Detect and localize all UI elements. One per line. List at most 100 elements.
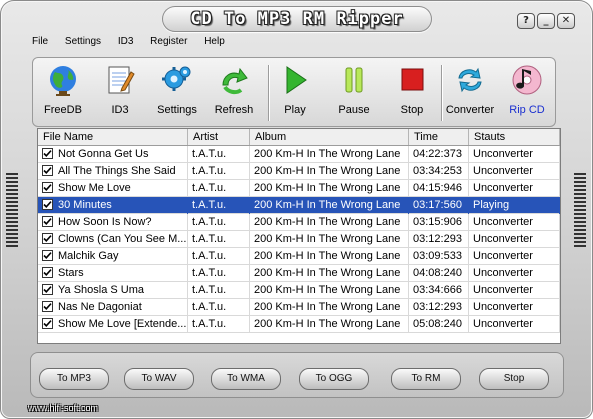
settings-button[interactable]: Settings xyxy=(154,63,200,116)
time-cell-text: 03:12:293 xyxy=(413,233,462,245)
file-name-cell-text: Malchik Gay xyxy=(58,250,119,262)
status-cell-text: Unconverter xyxy=(473,284,533,296)
freedb-label: FreeDB xyxy=(44,104,82,116)
menu-id3[interactable]: ID3 xyxy=(118,36,134,47)
column-header-status[interactable]: Stauts xyxy=(469,129,560,145)
file-name-cell: Stars xyxy=(38,265,188,282)
toolbar-separator xyxy=(268,65,269,121)
status-cell: Unconverter xyxy=(469,265,560,282)
table-row[interactable]: Clowns (Can You See M... t.A.T.u. 200 Km-H… xyxy=(38,231,560,248)
menu-help[interactable]: Help xyxy=(204,36,225,47)
to-rm-button[interactable]: To RM xyxy=(391,368,461,390)
track-checkbox[interactable] xyxy=(42,182,53,193)
checkmark-icon xyxy=(43,320,52,327)
track-checkbox[interactable] xyxy=(42,267,53,278)
time-cell: 03:12:293 xyxy=(409,299,469,316)
track-checkbox[interactable] xyxy=(42,165,53,176)
website-link[interactable]: www.hifi-soft.com xyxy=(28,403,98,413)
minimize-button[interactable]: _ xyxy=(537,13,555,29)
stop-button[interactable]: Stop xyxy=(389,63,435,116)
artist-cell-text: t.A.T.u. xyxy=(192,216,227,228)
status-cell-text: Unconverter xyxy=(473,216,533,228)
to-ogg-button[interactable]: To OGG xyxy=(299,368,369,390)
track-checkbox[interactable] xyxy=(42,233,53,244)
artist-cell-text: t.A.T.u. xyxy=(192,165,227,177)
track-list[interactable]: File Name Artist Album Time Stauts Not G… xyxy=(37,128,561,344)
file-name-cell-text: Not Gonna Get Us xyxy=(58,148,149,160)
time-cell: 03:34:253 xyxy=(409,163,469,180)
pause-button[interactable]: Pause xyxy=(331,63,377,116)
status-cell-text: Unconverter xyxy=(473,318,533,330)
artist-cell-text: t.A.T.u. xyxy=(192,199,227,211)
time-cell-text: 04:22:373 xyxy=(413,148,462,160)
album-cell: 200 Km-H In The Wrong Lane xyxy=(250,197,409,214)
menu-settings[interactable]: Settings xyxy=(65,36,101,47)
album-cell: 200 Km-H In The Wrong Lane xyxy=(250,214,409,231)
time-cell-text: 05:08:240 xyxy=(413,318,462,330)
right-resize-grip[interactable] xyxy=(574,173,586,247)
freedb-button[interactable]: FreeDB xyxy=(40,63,86,116)
time-cell: 03:17:560 xyxy=(409,197,469,214)
album-cell-text: 200 Km-H In The Wrong Lane xyxy=(254,301,401,313)
refresh-arrow-icon xyxy=(217,63,251,97)
table-row[interactable]: Stars t.A.T.u. 200 Km-H In The Wrong Lane 0… xyxy=(38,265,560,282)
column-header-file-name[interactable]: File Name xyxy=(38,129,188,145)
table-row[interactable]: Show Me Love [Extende... t.A.T.u. 200 Km-H… xyxy=(38,316,560,333)
status-cell: Unconverter xyxy=(469,214,560,231)
play-button[interactable]: Play xyxy=(272,63,318,116)
menu-file[interactable]: File xyxy=(32,36,48,47)
file-name-cell-text: How Soon Is Now? xyxy=(58,216,152,228)
to-mp3-button[interactable]: To MP3 xyxy=(39,368,109,390)
id3-button[interactable]: ID3 xyxy=(97,63,143,116)
play-label: Play xyxy=(284,104,306,116)
album-cell-text: 200 Km-H In The Wrong Lane xyxy=(254,148,401,160)
table-row[interactable]: All The Things She Said t.A.T.u. 200 Km-H … xyxy=(38,163,560,180)
column-header-time[interactable]: Time xyxy=(409,129,469,145)
album-cell: 200 Km-H In The Wrong Lane xyxy=(250,316,409,333)
help-button[interactable]: ? xyxy=(517,13,535,29)
time-cell-text: 03:12:293 xyxy=(413,301,462,313)
file-name-cell: Show Me Love xyxy=(38,180,188,197)
track-checkbox[interactable] xyxy=(42,250,53,261)
column-header-album[interactable]: Album xyxy=(250,129,409,145)
table-row[interactable]: Nas Ne Dagoniat t.A.T.u. 200 Km-H In The W… xyxy=(38,299,560,316)
album-cell: 200 Km-H In The Wrong Lane xyxy=(250,299,409,316)
globe-icon xyxy=(46,63,80,97)
table-row[interactable]: Malchik Gay t.A.T.u. 200 Km-H In The Wrong… xyxy=(38,248,560,265)
table-row[interactable]: How Soon Is Now? t.A.T.u. 200 Km-H In The … xyxy=(38,214,560,231)
track-checkbox[interactable] xyxy=(42,301,53,312)
close-button[interactable]: ✕ xyxy=(557,13,575,29)
status-cell-text: Unconverter xyxy=(473,148,533,160)
track-checkbox[interactable] xyxy=(42,284,53,295)
title-bar[interactable]: CD To MP3 RM Ripper xyxy=(162,6,432,32)
refresh-button[interactable]: Refresh xyxy=(211,63,257,116)
track-checkbox[interactable] xyxy=(42,199,53,210)
table-row[interactable]: Not Gonna Get Us t.A.T.u. 200 Km-H In The … xyxy=(38,146,560,163)
album-cell-text: 200 Km-H In The Wrong Lane xyxy=(254,267,401,279)
time-cell-text: 03:34:666 xyxy=(413,284,462,296)
to-wma-button[interactable]: To WMA xyxy=(211,368,281,390)
time-cell: 03:12:293 xyxy=(409,231,469,248)
track-checkbox[interactable] xyxy=(42,148,53,159)
table-row[interactable]: Ya Shosla S Uma t.A.T.u. 200 Km-H In The W… xyxy=(38,282,560,299)
left-resize-grip[interactable] xyxy=(6,173,18,247)
list-header: File Name Artist Album Time Stauts xyxy=(38,129,560,146)
converter-button[interactable]: Converter xyxy=(442,63,498,116)
checkmark-icon xyxy=(43,184,52,191)
table-row[interactable]: 30 Minutes t.A.T.u. 200 Km-H In The Wrong … xyxy=(38,197,560,214)
rip-cd-button[interactable]: Rip CD xyxy=(504,63,550,116)
to-wav-button[interactable]: To WAV xyxy=(124,368,194,390)
artist-cell: t.A.T.u. xyxy=(188,197,250,214)
track-checkbox[interactable] xyxy=(42,216,53,227)
menu-register[interactable]: Register xyxy=(150,36,187,47)
column-header-artist[interactable]: Artist xyxy=(188,129,250,145)
stop-all-button[interactable]: Stop xyxy=(479,368,549,390)
table-row[interactable]: Show Me Love t.A.T.u. 200 Km-H In The Wron… xyxy=(38,180,560,197)
status-cell: Unconverter xyxy=(469,316,560,333)
pause-label: Pause xyxy=(338,104,370,116)
track-checkbox[interactable] xyxy=(42,318,53,329)
file-name-cell-text: Show Me Love xyxy=(58,182,131,194)
menu-bar: File Settings ID3 Register Help xyxy=(32,36,239,50)
id3-label: ID3 xyxy=(111,104,129,116)
status-cell: Unconverter xyxy=(469,299,560,316)
